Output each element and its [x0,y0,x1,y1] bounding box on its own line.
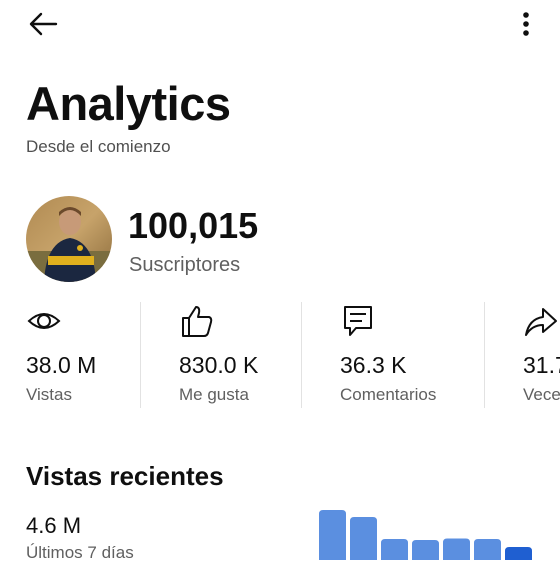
recent-views-value: 4.6 M [26,513,82,538]
chart-bar [319,510,346,560]
recent-views-title: Vistas recientes [26,461,224,491]
share-icon [525,308,557,336]
arrow-back-icon [29,12,58,36]
stat-likes-value: 830.0 K [179,352,259,378]
thumbs-up-icon [182,306,213,337]
stat-views-value: 38.0 M [26,352,97,378]
avatar-image [26,196,112,282]
stat-shares-value: 31.7 [523,352,560,378]
recent-views-label: Últimos 7 días [26,543,134,562]
stat-comments-value: 36.3 K [340,352,407,378]
stat-likes-label: Me gusta [179,385,249,404]
chart-bar [381,539,408,560]
subscriber-count: 100,015 [128,205,259,246]
back-button[interactable] [26,6,62,42]
page-title: Analytics [26,77,231,130]
divider [301,302,302,408]
subscriber-label: Suscriptores [129,254,241,276]
comment-icon [344,306,372,336]
divider [484,302,485,408]
stats-row: 38.0 M Vistas 830.0 K Me gusta 36.3 K Co… [0,300,560,410]
stat-shares-label: Veces [523,385,560,404]
stat-comments-label: Comentarios [340,385,437,404]
divider [140,302,141,408]
more-vert-icon [523,12,529,36]
eye-icon [27,313,61,329]
page-subtitle: Desde el comienzo [26,137,171,156]
chart-bar [474,539,501,560]
more-options-button[interactable] [512,6,540,42]
stat-views-label: Vistas [26,385,72,404]
recent-views-chart[interactable] [316,500,560,560]
chart-bar [443,538,470,560]
chart-bar [505,547,532,560]
channel-avatar[interactable] [26,196,112,282]
chart-bar [412,540,439,560]
chart-bar [350,517,377,560]
